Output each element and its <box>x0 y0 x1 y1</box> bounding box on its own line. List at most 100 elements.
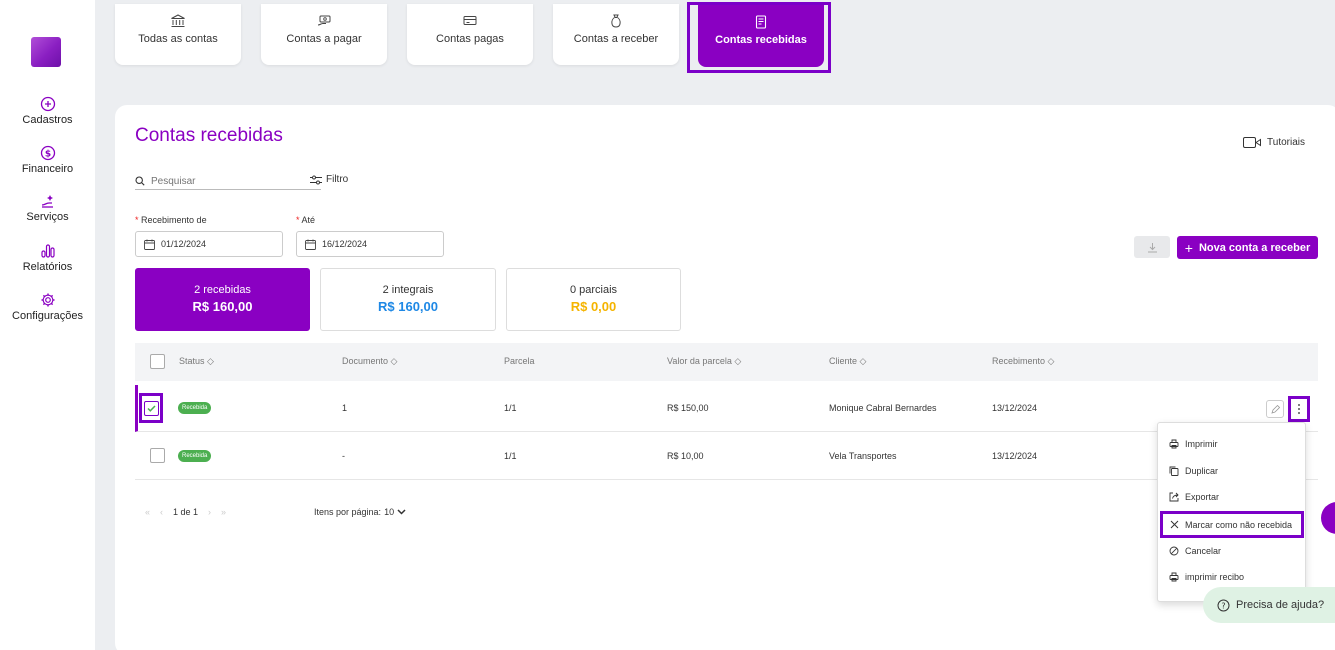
stat-label: 2 recebidas <box>194 284 251 296</box>
filter-label: Filtro <box>326 174 349 185</box>
menu-item-exportar[interactable]: Exportar <box>1158 487 1305 507</box>
menu-item-label: Imprimir <box>1185 439 1218 449</box>
stat-label: 2 integrais <box>382 284 434 296</box>
tab-label: Contas a receber <box>573 33 659 45</box>
download-button[interactable] <box>1134 236 1170 258</box>
hand-sparkle-icon <box>41 195 53 208</box>
sidebar-item-servicos[interactable]: Serviços <box>0 193 95 223</box>
row-checkbox[interactable] <box>144 401 159 416</box>
stat-card-parciais[interactable]: 0 parciais R$ 0,00 <box>506 268 681 331</box>
table-row[interactable]: Recebida - 1/1 R$ 10,00 Vela Transportes… <box>135 433 1318 480</box>
row-checkbox[interactable] <box>150 448 165 463</box>
sidebar-item-relatorios[interactable]: Relatórios <box>0 243 95 273</box>
last-page-icon[interactable]: » <box>221 507 226 517</box>
page-title: Contas recebidas <box>135 125 283 146</box>
calendar-icon <box>144 239 155 250</box>
search-input[interactable] <box>151 175 301 187</box>
plus-circle-icon <box>40 96 55 112</box>
sidebar: Cadastros $ Financeiro Serviços Relatóri… <box>0 0 95 650</box>
help-label: Precisa de ajuda? <box>1236 599 1325 611</box>
more-options-button[interactable] <box>1288 396 1310 422</box>
tab-label: Contas recebidas <box>715 34 807 46</box>
sidebar-item-cadastros[interactable]: Cadastros <box>0 96 95 126</box>
menu-item-marcar-nao-recebida[interactable]: Marcar como não recebida <box>1160 511 1304 538</box>
cell-parcela: 1/1 <box>504 403 517 413</box>
cell-parcela: 1/1 <box>504 451 517 461</box>
print-icon <box>1169 439 1179 449</box>
new-receivable-button[interactable]: + Nova conta a receber <box>1177 236 1318 259</box>
table-header: Status ◇ Documento ◇ Parcela Valor da pa… <box>135 343 1318 381</box>
edit-button[interactable] <box>1266 400 1284 418</box>
date-to-field[interactable]: 16/12/2024 <box>296 231 444 257</box>
next-page-icon[interactable]: › <box>208 507 211 517</box>
date-from-field[interactable]: 01/12/2024 <box>135 231 283 257</box>
sidebar-item-financeiro[interactable]: $ Financeiro <box>0 145 95 175</box>
first-page-icon[interactable]: « <box>145 507 150 517</box>
x-icon <box>1170 520 1179 529</box>
prev-page-icon[interactable]: ‹ <box>160 507 163 517</box>
header-recebimento[interactable]: Recebimento ◇ <box>992 356 1054 367</box>
menu-item-imprimir-recibo[interactable]: imprimir recibo <box>1158 567 1305 587</box>
date-to-value: 16/12/2024 <box>322 239 368 249</box>
checkbox-highlight <box>139 393 163 423</box>
menu-item-label: Exportar <box>1185 492 1220 502</box>
cell-recebimento: 13/12/2024 <box>992 451 1038 461</box>
tab-highlight: Contas recebidas <box>687 2 831 73</box>
row-actions-menu: Imprimir Duplicar Exportar Marcar como n… <box>1157 422 1306 602</box>
cell-cliente: Vela Transportes <box>829 451 897 461</box>
tab-contas-a-pagar[interactable]: Contas a pagar <box>261 4 387 65</box>
bar-chart-icon <box>40 244 55 258</box>
pagination: « ‹ 1 de 1 › » <box>145 507 226 517</box>
help-button[interactable]: ? Precisa de ajuda? <box>1203 587 1335 623</box>
tutorials-link[interactable]: Tutoriais <box>1243 137 1305 148</box>
dollar-circle-icon: $ <box>40 145 55 161</box>
menu-item-imprimir[interactable]: Imprimir <box>1158 434 1305 454</box>
items-per-page[interactable]: Itens por página: 10 <box>314 507 406 517</box>
stat-card-recebidas[interactable]: 2 recebidas R$ 160,00 <box>135 268 310 331</box>
copy-icon <box>1169 466 1179 476</box>
header-status[interactable]: Status ◇ <box>179 356 214 367</box>
page-indicator: 1 de 1 <box>173 507 199 517</box>
tutorials-label: Tutoriais <box>1267 137 1305 148</box>
menu-item-duplicar[interactable]: Duplicar <box>1158 461 1305 481</box>
search-icon <box>135 176 145 186</box>
filter-button[interactable]: Filtro <box>310 174 348 185</box>
cell-valor: R$ 150,00 <box>667 403 709 413</box>
tab-todas-as-contas[interactable]: Todas as contas <box>115 4 241 65</box>
video-icon <box>1243 137 1262 148</box>
tab-contas-pagas[interactable]: Contas pagas <box>407 4 533 65</box>
header-parcela: Parcela <box>504 356 535 366</box>
svg-text:?: ? <box>1221 601 1225 610</box>
bank-icon <box>171 14 185 27</box>
tab-contas-recebidas[interactable]: Contas recebidas <box>698 5 824 67</box>
per-page-label: Itens por página: <box>314 507 382 517</box>
stat-card-integrais[interactable]: 2 integrais R$ 160,00 <box>320 268 496 331</box>
header-documento[interactable]: Documento ◇ <box>342 356 397 367</box>
search-box <box>135 173 321 190</box>
stat-value: R$ 160,00 <box>378 299 438 314</box>
menu-item-label: Duplicar <box>1185 466 1219 476</box>
date-from-label: * Recebimento de <box>135 215 207 225</box>
sliders-icon <box>310 175 322 184</box>
menu-item-cancelar[interactable]: Cancelar <box>1158 541 1305 561</box>
app-logo[interactable] <box>31 37 61 67</box>
svg-text:$: $ <box>44 150 50 160</box>
stat-label: 0 parciais <box>569 284 618 296</box>
sidebar-item-configuracoes[interactable]: Configurações <box>0 292 95 322</box>
per-page-value: 10 <box>384 507 395 517</box>
select-all-checkbox[interactable] <box>150 354 165 369</box>
header-valor[interactable]: Valor da parcela ◇ <box>667 356 741 367</box>
receipt-icon <box>755 15 767 29</box>
plus-icon: + <box>1184 239 1193 256</box>
menu-item-label: imprimir recibo <box>1185 572 1245 582</box>
menu-item-label: Cancelar <box>1185 546 1222 556</box>
download-icon <box>1147 242 1157 252</box>
tab-label: Todas as contas <box>138 33 218 45</box>
date-to-label: * Até <box>296 215 316 225</box>
date-from-value: 01/12/2024 <box>161 239 207 249</box>
pencil-icon <box>1270 404 1280 414</box>
tab-contas-a-receber[interactable]: Contas a receber <box>553 4 679 65</box>
status-badge: Recebida <box>178 450 212 462</box>
header-cliente[interactable]: Cliente ◇ <box>829 356 866 367</box>
table-row[interactable]: Recebida 1 1/1 R$ 150,00 Monique Cabral … <box>135 385 1318 432</box>
